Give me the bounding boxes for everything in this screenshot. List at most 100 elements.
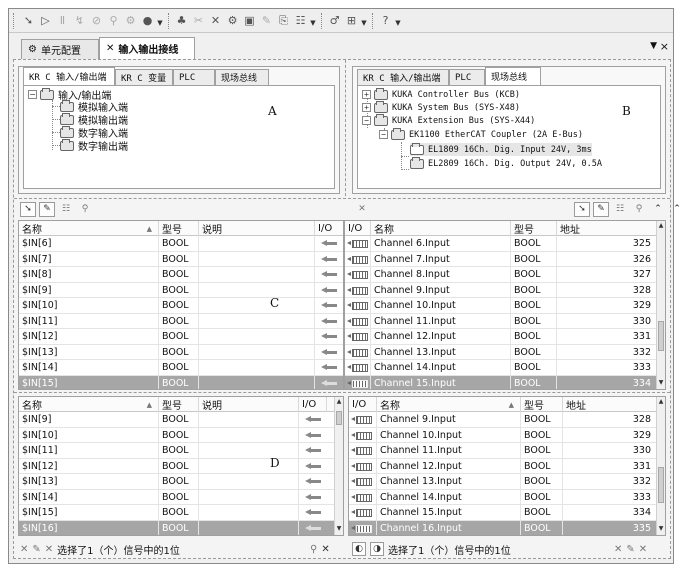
tree-node-el1809[interactable]: EL1809 16Ch. Dig. Input 24V, 3ms [410, 142, 592, 156]
col-name[interactable]: 名称 ▲ [19, 221, 159, 236]
table-row[interactable]: $IN[11] BOOL [19, 313, 343, 329]
monitor-icon[interactable]: ▣ [241, 12, 258, 29]
search-icon[interactable]: ⚲ [77, 202, 93, 217]
connect-icon[interactable]: ✕ [354, 202, 370, 217]
toolbar-dropdown-3[interactable]: ▼ [360, 12, 368, 29]
subtab-plc[interactable]: PLC [173, 69, 215, 85]
col-name[interactable]: 名称 [371, 221, 511, 236]
subtab-fieldbus-right[interactable]: 现场总线 [485, 67, 541, 85]
table-row[interactable]: Channel 12.Input BOOL 331 [345, 329, 665, 345]
table-row[interactable]: Channel 16.Input BOOL 335 [349, 520, 665, 535]
table-row[interactable]: Channel 15.Input BOOL 334 [349, 505, 665, 521]
toggle-left-icon[interactable]: ◐ [352, 542, 366, 556]
edit-icon[interactable]: ✎ [258, 12, 275, 29]
expand-icon[interactable]: + [362, 103, 371, 112]
step-icon[interactable]: ↯ [71, 12, 88, 29]
robot-icon[interactable]: ♣ [173, 12, 190, 29]
col-desc[interactable]: 说明 [199, 221, 315, 236]
expand-icon[interactable]: + [362, 90, 371, 99]
pin-dropdown-icon[interactable]: ▼ [650, 41, 657, 51]
edit-icon[interactable]: ✎ [626, 544, 634, 555]
table-row[interactable]: Channel 15.Input BOOL 334 [345, 375, 665, 389]
scroll-down-icon[interactable]: ▼ [657, 379, 665, 388]
edit-icon[interactable]: ✎ [32, 544, 40, 555]
pause-icon[interactable]: Ⅱ [54, 12, 71, 29]
device-icon[interactable]: ⚙ [224, 12, 241, 29]
table-row[interactable]: $IN[11] BOOL [19, 443, 343, 459]
disconnect-icon[interactable]: ✕ [639, 544, 647, 555]
subtab-krc-io-right[interactable]: KR C 输入/输出端 [357, 69, 449, 85]
filter-edit-icon[interactable]: ✎ [39, 201, 55, 217]
col-name[interactable]: 名称 ▲ [19, 397, 159, 412]
filter-arrow-icon[interactable]: ➘ [20, 201, 36, 217]
filter-arrow-icon[interactable]: ➘ [574, 201, 590, 217]
tree-node-digital-out[interactable]: 数字输出端 [60, 138, 128, 153]
toolbar-dropdown-1[interactable]: ▼ [156, 12, 164, 29]
toggle-right-icon[interactable]: ◑ [370, 542, 384, 556]
scroll-thumb[interactable] [658, 467, 664, 503]
wiring-icon[interactable]: ✕ [207, 12, 224, 29]
table-row[interactable]: $IN[12] BOOL [19, 458, 343, 474]
table-row[interactable]: $IN[9] BOOL [19, 412, 343, 428]
col-io[interactable]: I/O [349, 397, 377, 412]
toolbar-dropdown-2[interactable]: ▼ [309, 12, 317, 29]
subtab-fieldbus[interactable]: 现场总线 [215, 69, 269, 85]
table-row[interactable]: $IN[13] BOOL [19, 344, 343, 360]
scroll-up-icon[interactable]: ▲ [657, 222, 665, 231]
table-row[interactable]: Channel 14.Input BOOL 333 [345, 360, 665, 376]
subtab-krc-io[interactable]: KR C 输入/输出端 [23, 67, 115, 85]
collapse-icon[interactable]: − [28, 90, 37, 99]
table-row[interactable]: $IN[15] BOOL [19, 375, 343, 389]
table-row[interactable]: $IN[10] BOOL [19, 427, 343, 443]
subtab-krc-vars[interactable]: KR C 变量 [115, 69, 173, 85]
tree-node-el2809[interactable]: EL2809 16Ch. Dig. Output 24V, 0.5A [410, 156, 602, 170]
grid-d-left-scrollbar[interactable]: ▲ ▼ [334, 397, 343, 535]
compare-icon[interactable]: ♂ [326, 12, 343, 29]
col-type[interactable]: 型号 [159, 397, 199, 412]
collapse-icon[interactable]: − [362, 116, 371, 125]
close-icon[interactable]: × [660, 40, 669, 53]
scroll-up-icon[interactable]: ▲ [335, 398, 343, 407]
tree-node-sys-x44[interactable]: − KUKA Extension Bus (SYS-X44) [362, 113, 535, 127]
table-row[interactable]: $IN[6] BOOL [19, 236, 343, 252]
connect-icon[interactable]: ✕ [20, 544, 28, 555]
col-addr[interactable]: 地址 [557, 221, 657, 236]
disconnect-icon[interactable]: ✕ [45, 544, 53, 555]
table-row[interactable]: Channel 11.Input BOOL 330 [349, 443, 665, 459]
table-row[interactable]: $IN[14] BOOL [19, 360, 343, 376]
table-row[interactable]: Channel 10.Input BOOL 329 [349, 427, 665, 443]
table-row[interactable]: Channel 7.Input BOOL 326 [345, 251, 665, 267]
col-desc[interactable]: 说明 [199, 397, 299, 412]
col-name[interactable]: 名称 ▲ [377, 397, 521, 412]
grid-c-scrollbar[interactable]: ▲ ▼ [656, 221, 665, 389]
table-row[interactable]: Channel 13.Input BOOL 332 [349, 474, 665, 490]
scroll-thumb[interactable] [658, 321, 664, 351]
table-row[interactable]: Channel 13.Input BOOL 332 [345, 344, 665, 360]
scroll-down-icon[interactable]: ▼ [335, 525, 343, 534]
filter-edit-icon[interactable]: ✎ [593, 201, 609, 217]
table-row[interactable]: $IN[7] BOOL [19, 251, 343, 267]
table-row[interactable]: Channel 12.Input BOOL 331 [349, 458, 665, 474]
col-io[interactable]: I/O [299, 397, 327, 412]
record-icon[interactable]: ● [139, 12, 156, 29]
col-io[interactable]: I/O [315, 221, 343, 236]
connect-icon[interactable]: ✕ [321, 544, 329, 555]
grid-d-right-scrollbar[interactable]: ▲ ▼ [656, 397, 665, 535]
collapse-icon[interactable]: − [379, 130, 388, 139]
scroll-thumb[interactable] [336, 411, 342, 425]
tab-io-wiring[interactable]: ✕ 输入输出接线 [99, 37, 195, 59]
help-icon[interactable]: ? [377, 12, 394, 29]
tree-node-sys-x48[interactable]: + KUKA System Bus (SYS-X48) [362, 100, 520, 114]
catalog-icon[interactable]: ☷ [292, 12, 309, 29]
tree-node-ek1100[interactable]: − EK1100 EtherCAT Coupler (2A E-Bus) [379, 127, 583, 141]
search-icon[interactable]: ⚲ [631, 202, 647, 217]
scroll-down-icon[interactable]: ▼ [657, 525, 665, 534]
table-row[interactable]: Channel 6.Input BOOL 325 [345, 236, 665, 252]
table-row[interactable]: $IN[13] BOOL [19, 474, 343, 490]
table-row[interactable]: $IN[9] BOOL [19, 282, 343, 298]
search-icon[interactable]: ⚲ [310, 544, 317, 555]
table-row[interactable]: Channel 9.Input BOOL 328 [349, 412, 665, 428]
collapse-up-icon[interactable]: ⌃ [650, 202, 666, 217]
col-type[interactable]: 型号 [159, 221, 199, 236]
settings-icon[interactable]: ⚙ [122, 12, 139, 29]
